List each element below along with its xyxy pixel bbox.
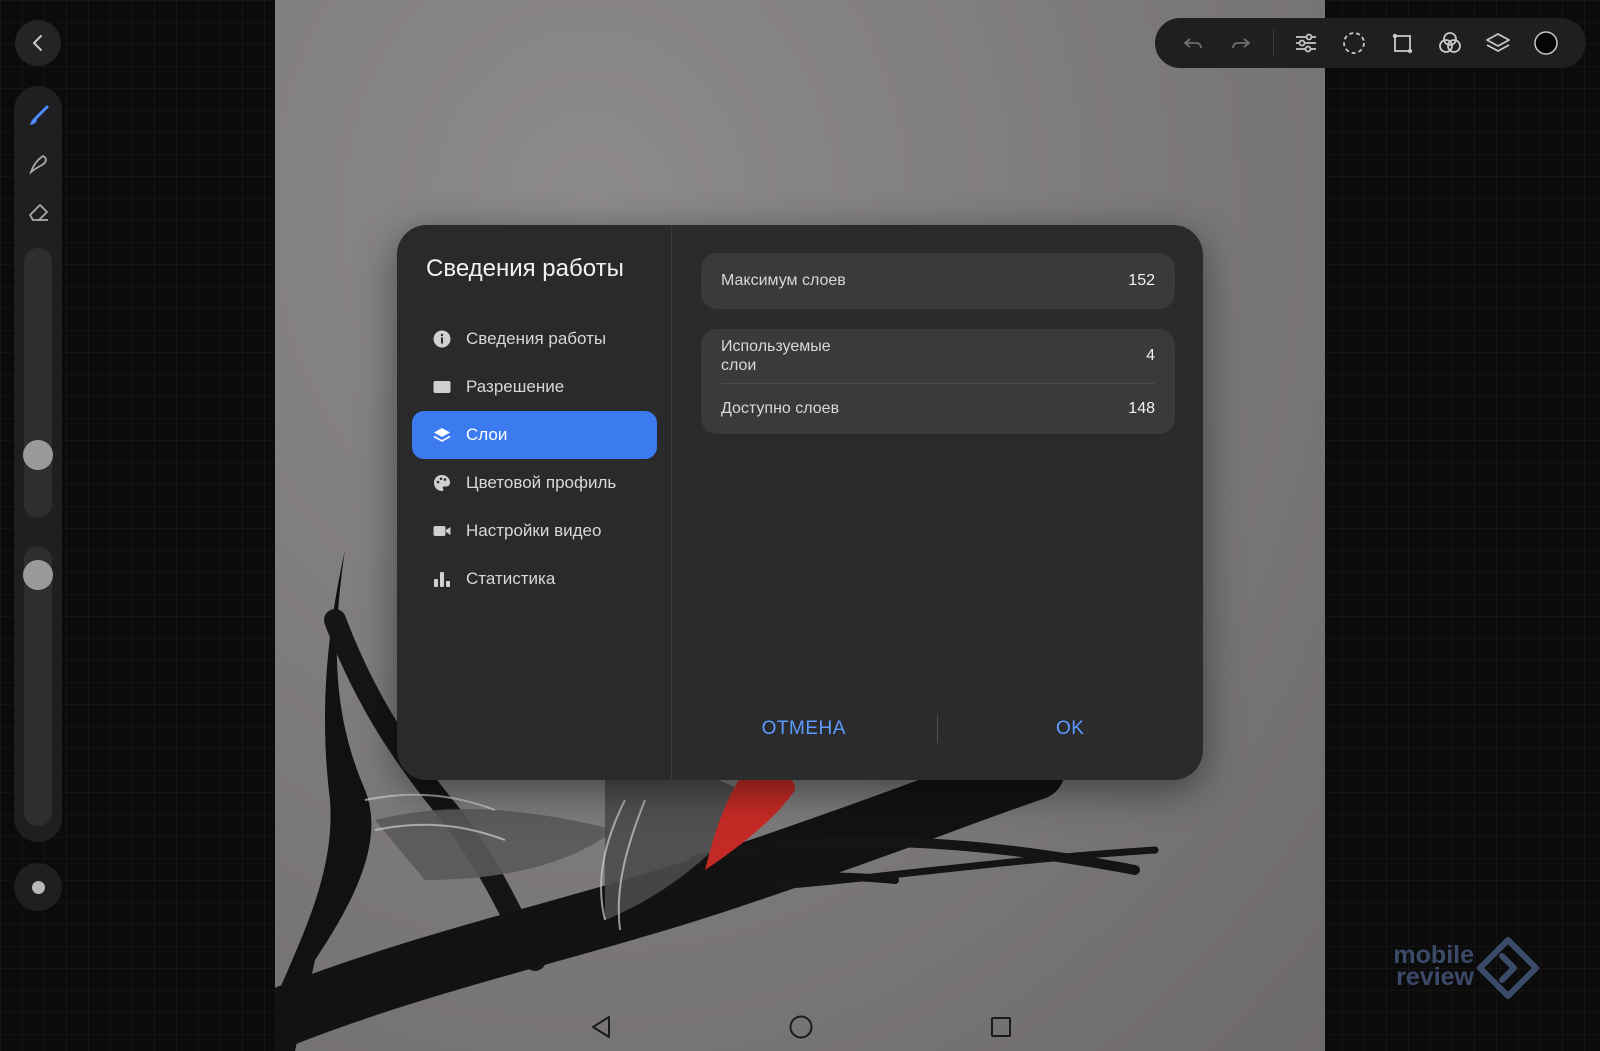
transform-icon bbox=[1392, 33, 1413, 54]
smudge-icon bbox=[29, 154, 47, 175]
used-layers-row: Используемые слои 4 bbox=[701, 329, 1175, 383]
tool-rail bbox=[14, 86, 62, 842]
undo-icon bbox=[1183, 38, 1202, 49]
watermark: mobile review bbox=[1378, 937, 1539, 1014]
smudge-tool[interactable] bbox=[26, 151, 52, 177]
layers-icon bbox=[432, 425, 452, 445]
video-icon bbox=[432, 521, 452, 541]
max-layers-row: Максимум слоев 152 bbox=[701, 253, 1175, 309]
cancel-button[interactable]: ОТМЕНА bbox=[671, 718, 937, 740]
nav-item-label: Слои bbox=[466, 425, 508, 444]
toolbar-separator bbox=[1273, 30, 1274, 56]
circle-home-icon bbox=[789, 1015, 813, 1039]
watermark-logo-icon bbox=[1477, 937, 1539, 999]
redo-button[interactable] bbox=[1217, 19, 1265, 67]
watermark-line2: review bbox=[1396, 963, 1474, 991]
used-layers-label: Используемые слои bbox=[721, 338, 831, 374]
nav-item-label: Разрешение bbox=[466, 377, 565, 396]
nav-item-label: Сведения работы bbox=[466, 329, 607, 348]
nav-item-label: Цветовой профиль bbox=[466, 473, 617, 492]
adjustments-icon bbox=[1296, 33, 1316, 53]
selection-icon bbox=[1343, 32, 1365, 54]
available-layers-row: Доступно слоев 148 bbox=[701, 384, 1175, 434]
color-dot bbox=[31, 880, 45, 894]
transform-button[interactable] bbox=[1378, 19, 1426, 67]
max-layers-label: Максимум слоев bbox=[721, 272, 846, 289]
square-recents-icon bbox=[991, 1017, 1011, 1037]
adjustments-button[interactable] bbox=[1282, 19, 1330, 67]
blend-icon bbox=[1439, 32, 1461, 53]
nav-item-stats[interactable]: Статистика bbox=[412, 555, 657, 603]
back-icon bbox=[33, 35, 42, 51]
available-layers-label: Доступно слоев bbox=[721, 400, 840, 417]
dialog-sidebar: Сведения работы Сведения работы Разрешен… bbox=[397, 225, 672, 780]
triangle-back-icon bbox=[592, 1016, 610, 1038]
color-icon bbox=[1534, 31, 1558, 55]
eraser-icon bbox=[29, 204, 48, 221]
max-layers-card: Максимум слоев 152 bbox=[701, 253, 1175, 309]
opacity-slider[interactable] bbox=[23, 546, 53, 826]
artwork-info-dialog: Сведения работы Сведения работы Разрешен… bbox=[397, 225, 1203, 780]
nav-item-layers[interactable]: Слои bbox=[412, 411, 657, 459]
nav-home-button[interactable] bbox=[786, 1012, 816, 1042]
nav-item-color-profile[interactable]: Цветовой профиль bbox=[412, 459, 657, 507]
nav-item-info[interactable]: Сведения работы bbox=[412, 315, 657, 363]
brush-tool[interactable] bbox=[26, 103, 52, 129]
layers-button[interactable] bbox=[1474, 19, 1522, 67]
opacity-knob[interactable] bbox=[23, 560, 53, 590]
nav-item-video[interactable]: Настройки видео bbox=[412, 507, 657, 555]
palette-icon bbox=[432, 473, 452, 493]
dialog-buttons: ОТМЕНА OK bbox=[671, 705, 1203, 753]
layers-usage-card: Используемые слои 4 Доступно слоев 148 bbox=[701, 329, 1175, 434]
watermark-text: mobile review bbox=[1378, 943, 1474, 991]
nav-recents-button[interactable] bbox=[986, 1012, 1016, 1042]
nav-back-button[interactable] bbox=[586, 1012, 616, 1042]
dialog-title: Сведения работы bbox=[426, 255, 624, 282]
stats-icon bbox=[432, 569, 452, 589]
ok-button[interactable]: OK bbox=[938, 718, 1204, 740]
resolution-icon bbox=[432, 377, 452, 397]
info-icon bbox=[432, 329, 452, 349]
brush-icon bbox=[30, 105, 49, 125]
selection-button[interactable] bbox=[1330, 19, 1378, 67]
layers-icon bbox=[1486, 33, 1510, 52]
nav-item-resolution[interactable]: Разрешение bbox=[412, 363, 657, 411]
brush-size-knob[interactable] bbox=[23, 440, 53, 470]
blend-button[interactable] bbox=[1426, 19, 1474, 67]
used-layers-value: 4 bbox=[1146, 347, 1155, 364]
nav-item-label: Статистика bbox=[466, 569, 556, 588]
available-layers-value: 148 bbox=[1128, 400, 1155, 417]
color-dot-button[interactable] bbox=[14, 863, 62, 911]
top-toolbar bbox=[1155, 18, 1586, 68]
max-layers-value: 152 bbox=[1128, 272, 1155, 289]
back-button[interactable] bbox=[15, 20, 61, 66]
nav-item-label: Настройки видео bbox=[466, 521, 602, 540]
undo-button[interactable] bbox=[1169, 19, 1217, 67]
redo-icon bbox=[1232, 38, 1251, 49]
brush-size-slider[interactable] bbox=[23, 248, 53, 518]
color-button[interactable] bbox=[1522, 19, 1570, 67]
eraser-tool[interactable] bbox=[26, 199, 52, 225]
